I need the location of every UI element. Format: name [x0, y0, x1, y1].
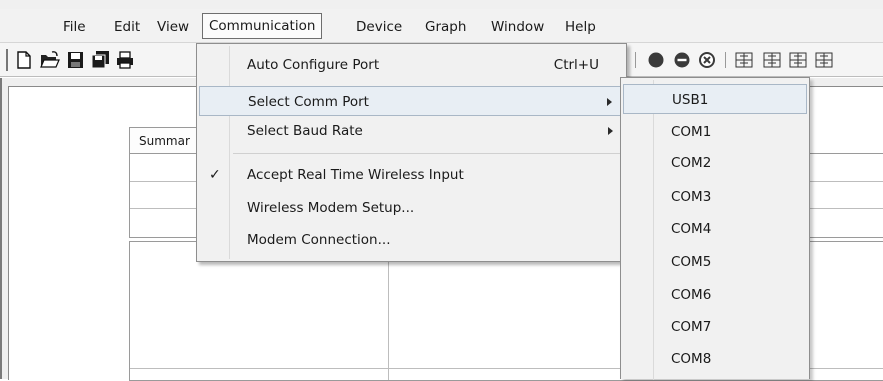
menu-item-wireless-modem-setup[interactable]: Wireless Modem Setup... — [199, 193, 624, 223]
submenu-item-label: COM3 — [671, 189, 712, 205]
menu-item-label: Auto Configure Port — [247, 57, 380, 73]
grid-icon[interactable] — [814, 51, 834, 69]
submenu-item-label: COM4 — [671, 221, 712, 237]
submenu-item-usb1[interactable]: USB1 — [623, 84, 807, 114]
menu-graph[interactable]: Graph — [425, 18, 466, 36]
save-icon[interactable] — [66, 51, 86, 69]
menu-view[interactable]: View — [157, 18, 189, 36]
menu-item-shortcut: Ctrl+U — [553, 57, 599, 73]
submenu-item-label: COM6 — [671, 287, 712, 303]
menu-item-label: Modem Connection... — [247, 232, 391, 248]
submenu-item-com6[interactable]: COM6 — [623, 280, 807, 310]
ph-icon[interactable] — [762, 51, 782, 69]
submenu-item-label: COM2 — [671, 155, 712, 171]
menu-item-label: Select Baud Rate — [247, 123, 363, 139]
menu-edit[interactable]: Edit — [114, 18, 140, 36]
menu-communication[interactable]: Communication — [202, 13, 323, 39]
print-icon[interactable] — [115, 51, 135, 69]
menu-device[interactable]: Device — [356, 18, 402, 36]
submenu-item-com1[interactable]: COM1 — [623, 117, 807, 147]
menu-item-select-baud-rate[interactable]: Select Baud Rate — [199, 116, 624, 146]
submenu-arrow-icon — [608, 127, 613, 135]
submenu-item-com5[interactable]: COM5 — [623, 247, 807, 277]
menu-item-label: Wireless Modem Setup... — [247, 200, 415, 216]
save-all-icon[interactable] — [90, 51, 110, 69]
comm-port-submenu: USB1 COM1 COM2 COM3 COM4 COM5 COM6 COM7 … — [620, 77, 810, 380]
record-icon[interactable] — [646, 51, 666, 69]
grid-column-divider — [388, 242, 389, 380]
submenu-item-label: COM7 — [671, 319, 712, 335]
menu-item-accept-real-time-wireless-input[interactable]: ✓ Accept Real Time Wireless Input — [199, 160, 624, 190]
menu-item-label: Accept Real Time Wireless Input — [247, 167, 464, 183]
menu-window[interactable]: Window — [491, 18, 544, 36]
submenu-arrow-icon — [607, 98, 612, 106]
submenu-item-label: COM8 — [671, 351, 712, 367]
communication-menu: Auto Configure Port Ctrl+U Select Comm P… — [196, 43, 627, 262]
menu-separator — [233, 153, 621, 154]
submenu-item-com7[interactable]: COM7 — [623, 312, 807, 342]
menu-bar: File Edit View Communication Device Grap… — [0, 9, 883, 43]
submenu-item-label: USB1 — [672, 92, 709, 108]
checkmark-icon: ✓ — [209, 167, 221, 183]
submenu-item-com2[interactable]: COM2 — [623, 148, 807, 178]
menu-item-auto-configure-port[interactable]: Auto Configure Port Ctrl+U — [199, 50, 624, 80]
menu-file[interactable]: File — [63, 18, 86, 36]
toolbar-gripper — [6, 49, 8, 71]
menu-help[interactable]: Help — [565, 18, 596, 36]
sh-icon[interactable] — [788, 51, 808, 69]
submenu-item-com4[interactable]: COM4 — [623, 214, 807, 244]
submenu-item-label: COM5 — [671, 254, 712, 270]
menu-item-select-comm-port[interactable]: Select Comm Port — [199, 86, 624, 116]
ah-icon[interactable] — [734, 51, 754, 69]
menu-item-label: Select Comm Port — [248, 94, 369, 110]
submenu-item-com3[interactable]: COM3 — [623, 182, 807, 212]
menu-item-modem-connection[interactable]: Modem Connection... — [199, 225, 624, 255]
stop-icon[interactable] — [697, 51, 717, 69]
submenu-item-com8[interactable]: COM8 — [623, 344, 807, 374]
new-file-icon[interactable] — [14, 51, 34, 69]
minus-icon[interactable] — [672, 51, 692, 69]
submenu-item-label: COM1 — [671, 124, 712, 140]
open-folder-icon[interactable] — [40, 51, 60, 69]
